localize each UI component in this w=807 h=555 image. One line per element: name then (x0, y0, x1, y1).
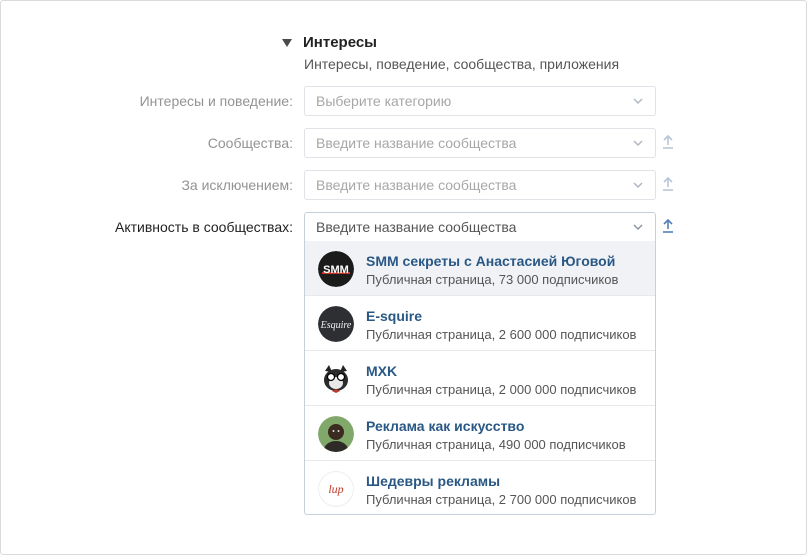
upload-icon[interactable] (662, 218, 674, 234)
community-meta: Публичная страница, 2 000 000 подписчико… (366, 382, 637, 397)
community-avatar: lup (318, 471, 354, 507)
exclude-label: За исключением: (181, 177, 293, 193)
activity-label: Активность в сообществах: (115, 219, 293, 235)
communities-input[interactable]: Введите название сообщества (304, 128, 656, 158)
community-meta: Публичная страница, 2 600 000 подписчико… (366, 327, 637, 342)
cat-with-glasses-icon (318, 361, 354, 397)
community-name[interactable]: Реклама как искусство (366, 418, 524, 434)
interests-placeholder: Выберите категорию (316, 93, 452, 109)
community-name[interactable]: E-squire (366, 308, 422, 324)
chevron-down-icon[interactable] (633, 96, 643, 106)
collapse-triangle-icon[interactable] (282, 39, 292, 47)
chevron-down-icon[interactable] (633, 222, 643, 232)
suggestion-item[interactable]: MXK Публичная страница, 2 000 000 подпис… (305, 351, 655, 406)
community-name[interactable]: SMM секреты с Анастасией Юговой (366, 253, 615, 269)
section-title: Интересы (303, 34, 377, 51)
community-meta: Публичная страница, 73 000 подписчиков (366, 272, 619, 287)
suggestion-item[interactable]: SMM SMM секреты с Анастасией Юговой Публ… (305, 241, 655, 296)
svg-text:Esquire: Esquire (320, 320, 352, 331)
suggestion-item[interactable]: Реклама как искусство Публичная страница… (305, 406, 655, 461)
activity-row: Активность в сообществах: Введите назван… (0, 212, 807, 242)
interests-label: Интересы и поведение: (139, 93, 293, 109)
community-avatar: Esquire (318, 306, 354, 342)
activity-placeholder: Введите название сообщества (316, 219, 517, 235)
chevron-down-icon[interactable] (633, 180, 643, 190)
community-avatar: SMM (318, 251, 354, 287)
community-name[interactable]: Шедевры рекламы (366, 473, 500, 489)
exclude-row: За исключением: Введите название сообщес… (0, 170, 807, 200)
communities-row: Сообщества: Введите название сообщества (0, 128, 807, 158)
section-subtitle: Интересы, поведение, сообщества, приложе… (304, 56, 620, 72)
communities-placeholder: Введите название сообщества (316, 135, 517, 151)
upload-icon[interactable] (662, 134, 674, 150)
exclude-placeholder: Введите название сообщества (316, 177, 517, 193)
exclude-input[interactable]: Введите название сообщества (304, 170, 656, 200)
community-name[interactable]: MXK (366, 363, 397, 379)
interests-select[interactable]: Выберите категорию (304, 86, 656, 116)
communities-label: Сообщества: (207, 135, 293, 151)
community-suggestions-dropdown: SMM SMM секреты с Анастасией Юговой Публ… (304, 241, 656, 515)
svg-text:SMM: SMM (323, 264, 349, 276)
community-meta: Публичная страница, 490 000 подписчиков (366, 437, 626, 452)
person-photo-icon (318, 416, 354, 452)
chevron-down-icon[interactable] (633, 138, 643, 148)
suggestion-item[interactable]: lup Шедевры рекламы Публичная страница, … (305, 461, 655, 514)
upload-icon[interactable] (662, 176, 674, 192)
section-header[interactable]: Интересы (282, 34, 377, 51)
suggestion-item[interactable]: Esquire E-squire Публичная страница, 2 6… (305, 296, 655, 351)
community-meta: Публичная страница, 2 700 000 подписчико… (366, 492, 637, 507)
activity-input[interactable]: Введите название сообщества (304, 212, 656, 242)
interests-row: Интересы и поведение: Выберите категорию (0, 86, 807, 116)
svg-text:lup: lup (328, 482, 343, 496)
